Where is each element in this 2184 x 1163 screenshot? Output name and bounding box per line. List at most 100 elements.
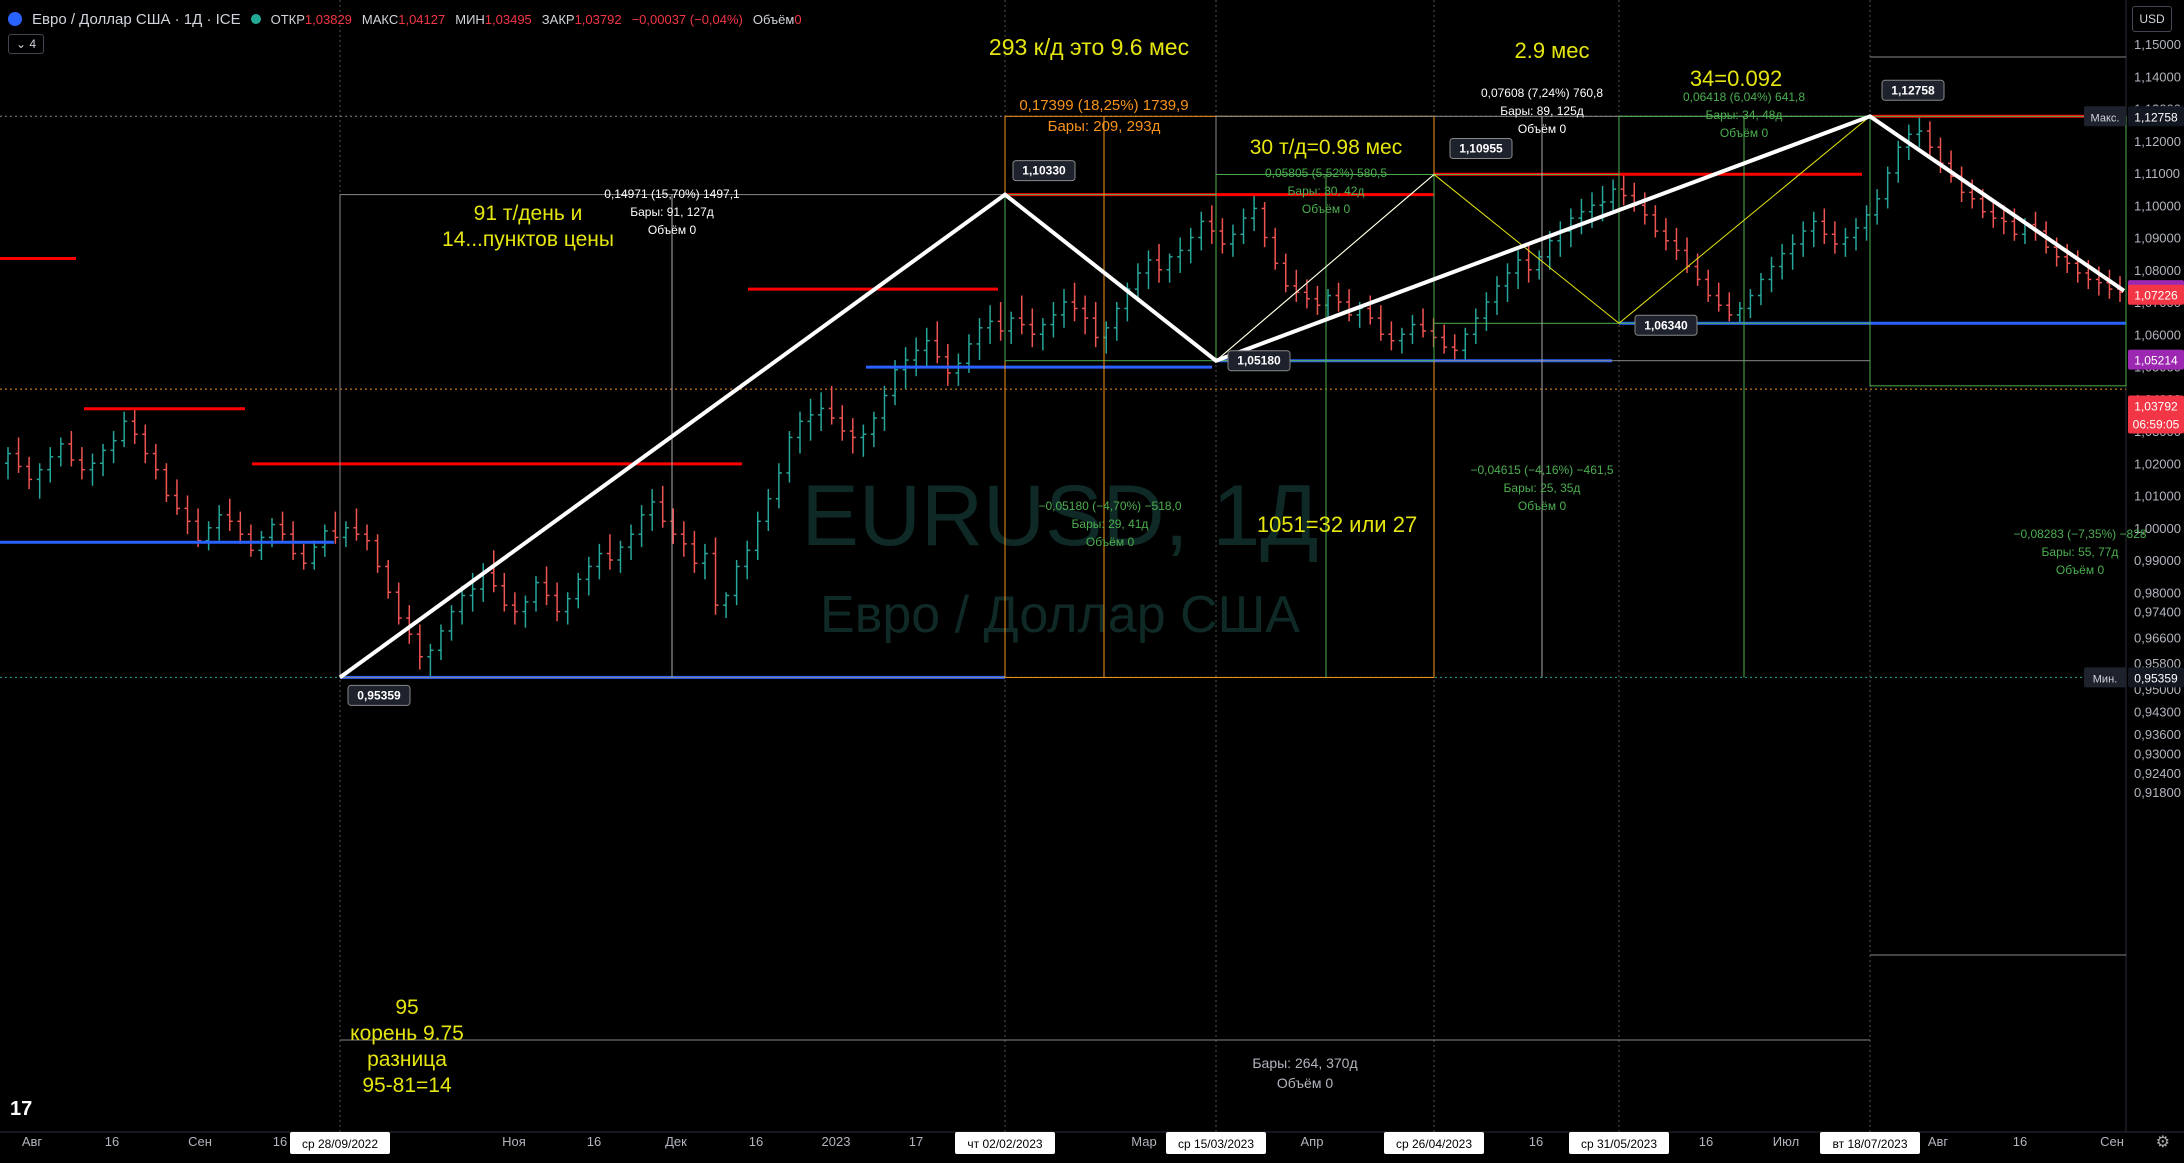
x-tick-label: 16 (105, 1134, 119, 1149)
indicators-toggle-button[interactable]: ⌄ 4 (8, 34, 44, 54)
measurement-label: Объём 0 (2056, 563, 2105, 577)
pivot-label: 1,12758 (1891, 83, 1935, 97)
x-tick-label: Дек (665, 1134, 687, 1149)
pivot-label: 1,10955 (1459, 141, 1503, 155)
measurement-label: Бары: 34, 48д (1706, 108, 1783, 122)
price-chart[interactable]: 1,150001,140001,130001,120001,110001,100… (0, 0, 2184, 1158)
measurement-label: 0,17399 (18,25%) 1739,9 (1019, 97, 1188, 114)
open-label: ОТКР (270, 11, 305, 27)
measurement-label: Бары: 91, 127д (630, 205, 714, 219)
measurement-label: Объём 0 (1720, 126, 1769, 140)
annotation-text: 30 т/д=0.98 мес (1250, 136, 1403, 159)
symbol-header: Евро / Доллар США · 1Д · ICE ОТКР1,03829… (8, 8, 802, 30)
y-tick-label: 1,08000 (2134, 263, 2181, 278)
y-tick-label: 0,91800 (2134, 785, 2181, 800)
watermark-symbol: EURUSD, 1Д (801, 468, 1318, 564)
y-tick-label: 1,14000 (2134, 69, 2181, 84)
low-value: 1,03495 (484, 11, 532, 27)
measurement-label: Бары: 29, 41д (1072, 517, 1149, 531)
measurement-label: Объём 0 (1086, 535, 1135, 549)
annotation-text: разница (367, 1048, 447, 1071)
measurement-label: 0,07608 (7,24%) 760,8 (1481, 86, 1603, 100)
measurement-label: Бары: 209, 293д (1048, 118, 1161, 135)
x-tick-label: 16 (749, 1134, 763, 1149)
y-tick-label: 1,11000 (2134, 166, 2180, 181)
measurement-label: Объём 0 (1302, 202, 1351, 216)
measurement-label: −0,04615 (−4,16%) −461,5 (1470, 463, 1613, 477)
tradingview-logo-icon[interactable]: 17 (10, 1098, 32, 1121)
close-value: 1,03792 (574, 11, 622, 27)
date-label: ср 26/04/2023 (1396, 1137, 1472, 1151)
measurement-label: Объём 0 (648, 223, 697, 237)
annotation-text: корень 9.75 (350, 1022, 464, 1045)
volume-label: Объём (752, 11, 795, 27)
pivot-label: 0,95359 (357, 688, 401, 702)
y-tick-label: 0,94300 (2134, 705, 2181, 720)
y-tick-label: 0,93600 (2134, 727, 2181, 742)
open-value: 1,03829 (304, 11, 352, 27)
x-tick-label: Сен (2100, 1134, 2124, 1149)
measurement-label: Объём 0 (1277, 1075, 1333, 1091)
y-tick-label: 0,93000 (2134, 747, 2181, 762)
close-label: ЗАКР (541, 11, 575, 27)
annotation-text: 91 т/день и (474, 202, 583, 225)
price-tag: Макс. (2091, 112, 2120, 124)
measurement-label: Бары: 264, 370д (1252, 1055, 1357, 1071)
chart-stage[interactable]: 1,150001,140001,130001,120001,110001,100… (0, 0, 2184, 1158)
date-label: ср 15/03/2023 (1178, 1137, 1254, 1151)
measurement-label: Бары: 25, 35д (1504, 481, 1581, 495)
y-tick-label: 0,92400 (2134, 766, 2181, 781)
y-tick-label: 0,98000 (2134, 585, 2181, 600)
low-label: МИН (455, 11, 485, 27)
y-tick-label: 0,96600 (2134, 630, 2181, 645)
market-status-icon (250, 14, 261, 24)
date-label: ср 28/09/2022 (302, 1137, 378, 1151)
price-label: 1,05214 (2134, 354, 2178, 368)
symbol-title[interactable]: Евро / Доллар США · 1Д · ICE (32, 11, 241, 28)
annotation-text: 34=0.092 (1690, 66, 1782, 91)
x-tick-label: 17 (909, 1134, 923, 1149)
high-label: МАКС (361, 11, 399, 27)
x-tick-label: Ноя (502, 1134, 526, 1149)
currency-button[interactable]: USD (2132, 6, 2172, 32)
pivot-label: 1,05180 (1237, 354, 1281, 368)
x-tick-label: 16 (2013, 1134, 2027, 1149)
price-label: 1,07226 (2134, 289, 2178, 303)
measurement-label: Бары: 55, 77д (2042, 545, 2119, 559)
x-tick-label: Апр (1301, 1134, 1324, 1149)
y-tick-label: 1,06000 (2134, 327, 2181, 342)
y-tick-label: 1,12000 (2134, 134, 2181, 149)
measurement-label: Бары: 30, 42д (1288, 184, 1365, 198)
measurement-label: 0,14971 (15,70%) 1497,1 (604, 187, 740, 201)
gear-icon[interactable]: ⚙ (2156, 1132, 2170, 1152)
y-tick-label: 1,02000 (2134, 456, 2181, 471)
annotation-text: 293 к/д это 9.6 мес (989, 34, 1189, 60)
x-tick-label: Мар (1131, 1134, 1156, 1149)
x-tick-label: Авг (1928, 1134, 1949, 1149)
price-tag: Мин. (2093, 673, 2117, 685)
measurement-label: −0,08283 (−7,35%) −828 (2013, 527, 2146, 541)
y-tick-label: 1,01000 (2134, 489, 2181, 504)
pivot-label: 1,06340 (1644, 318, 1688, 332)
date-label: ср 31/05/2023 (1581, 1137, 1657, 1151)
measurement-label: Объём 0 (1518, 122, 1567, 136)
price-label: 0,95359 (2134, 671, 2178, 685)
measurement-label: 0,06418 (6,04%) 641,8 (1683, 90, 1805, 104)
date-label: чт 02/02/2023 (967, 1137, 1042, 1151)
watermark-name: Евро / Доллар США (820, 586, 1300, 644)
price-label: 1,03792 (2134, 399, 2178, 413)
x-tick-label: 16 (273, 1134, 287, 1149)
annotation-text: 95 (395, 996, 418, 1019)
y-tick-label: 0,97400 (2134, 605, 2181, 620)
y-tick-label: 0,99000 (2134, 553, 2181, 568)
annotation-text: 2.9 мес (1514, 38, 1589, 63)
y-tick-label: 1,10000 (2134, 198, 2181, 213)
x-tick-label: Сен (188, 1134, 212, 1149)
annotation-text: 95-81=14 (362, 1074, 452, 1097)
x-tick-label: 16 (1529, 1134, 1543, 1149)
price-label: 1,12758 (2134, 110, 2178, 124)
measurement-label: −0,05180 (−4,70%) −518,0 (1038, 499, 1181, 513)
y-tick-label: 1,15000 (2134, 37, 2181, 52)
annotation-text: 1051=32 или 27 (1257, 512, 1417, 537)
annotation-text: 14...пунктов цены (442, 228, 614, 251)
